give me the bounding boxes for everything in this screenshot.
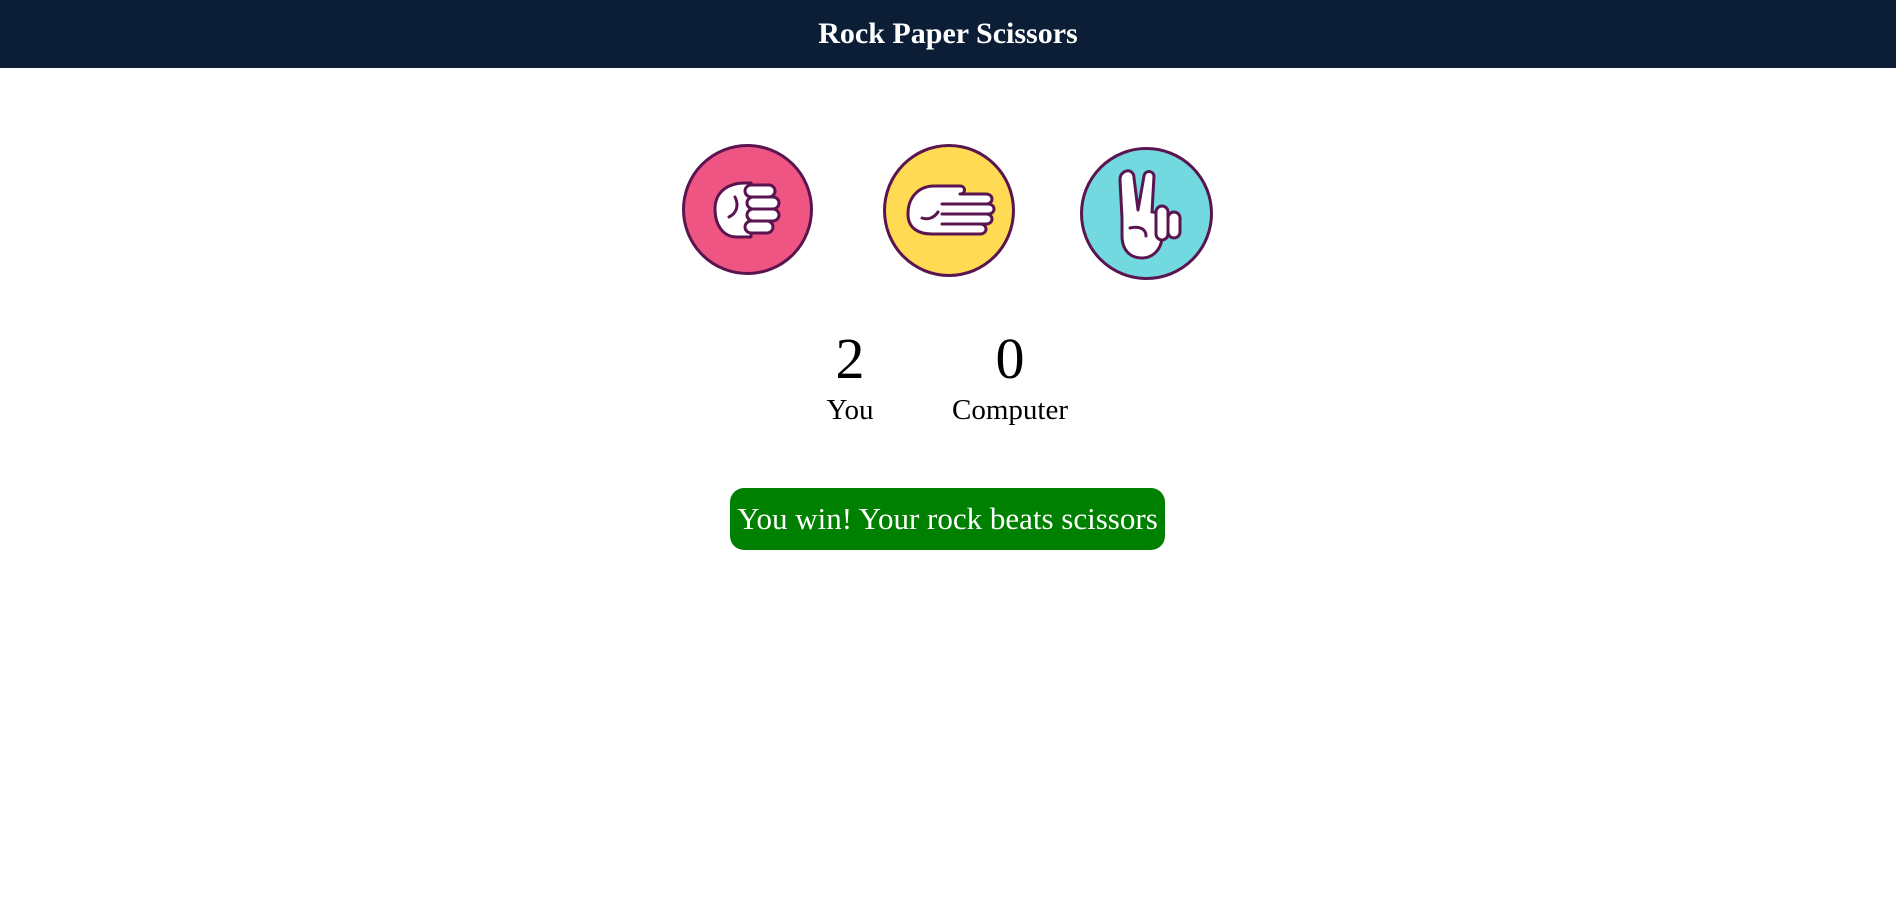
player-score: 2 xyxy=(835,326,865,391)
score-you: 2 You xyxy=(800,326,900,427)
paper-button[interactable] xyxy=(883,144,1015,277)
computer-score: 0 xyxy=(995,326,1025,391)
rock-fist-icon xyxy=(713,181,780,238)
result-message: You win! Your rock beats scissors xyxy=(730,488,1165,550)
header-bar: Rock Paper Scissors xyxy=(0,0,1896,68)
rock-button[interactable] xyxy=(682,144,813,275)
computer-label: Computer xyxy=(952,394,1068,426)
score-computer: 0 Computer xyxy=(930,326,1090,427)
scissors-hand-icon xyxy=(1118,168,1181,259)
page-title: Rock Paper Scissors xyxy=(818,17,1078,50)
scissors-button[interactable] xyxy=(1080,147,1213,280)
paper-hand-icon xyxy=(906,184,996,235)
player-label: You xyxy=(826,394,874,426)
